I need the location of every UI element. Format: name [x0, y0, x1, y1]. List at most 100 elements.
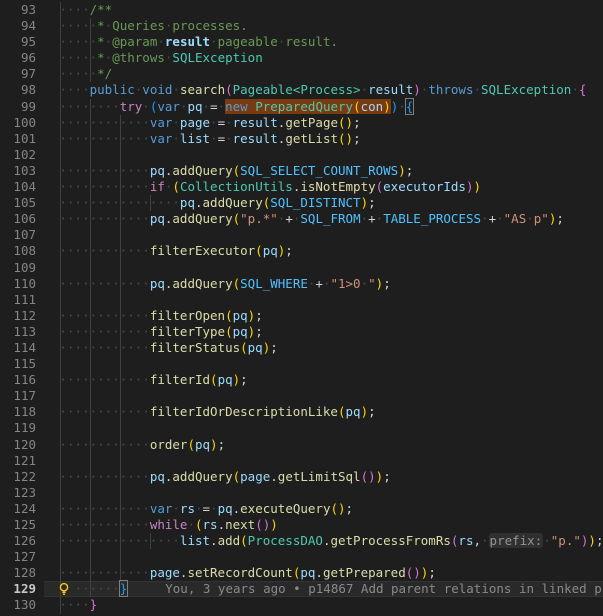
line-number[interactable]: 116 — [0, 372, 36, 388]
line-number[interactable]: 122 — [0, 469, 36, 485]
line-number[interactable]: 123 — [0, 485, 36, 501]
code-line[interactable]: 108 ············filterExecutor(pq); — [0, 243, 603, 260]
code-line[interactable]: 120 ············order(pq); — [0, 436, 603, 453]
code-token: ; — [368, 404, 376, 420]
line-number[interactable]: 99 — [0, 99, 36, 115]
code-line[interactable]: 107 — [0, 227, 603, 244]
code-token: () — [405, 565, 421, 581]
line-number[interactable]: 118 — [0, 404, 36, 420]
whitespace-dots: · — [187, 517, 195, 532]
code-content: ············filterStatus(pq); — [60, 340, 278, 356]
line-number[interactable]: 115 — [0, 356, 36, 372]
line-number[interactable]: 126 — [0, 533, 36, 549]
line-number[interactable]: 112 — [0, 308, 36, 324]
code-line[interactable]: 123 — [0, 484, 603, 501]
code-line[interactable]: 128 ············page.setRecordCount(pq.ge… — [0, 565, 603, 582]
code-line[interactable]: 103 ············pq.addQuery(SQL_SELECT_CO… — [0, 162, 603, 180]
code-token: . — [270, 468, 278, 484]
line-number[interactable]: 120 — [0, 437, 36, 453]
line-number[interactable]: 100 — [0, 115, 36, 131]
line-number[interactable]: 103 — [0, 163, 36, 179]
code-line[interactable]: 117 — [0, 388, 603, 405]
whitespace-dots: ············ — [59, 243, 150, 259]
line-number[interactable]: 114 — [0, 340, 36, 356]
code-line[interactable]: 101 ············var·list·=·result.getList… — [0, 130, 603, 147]
line-number[interactable]: 117 — [0, 388, 36, 404]
code-token: ProcessDAO — [247, 533, 323, 549]
line-number[interactable]: 119 — [0, 420, 36, 436]
code-line[interactable]: 122 ············pq.addQuery(page.getLimit… — [0, 468, 603, 485]
code-line[interactable]: 125 ············while·(rs.next()) — [0, 517, 603, 534]
code-token: ; — [405, 162, 414, 178]
line-number[interactable]: 95 — [0, 34, 36, 50]
code-line[interactable]: 124 ············var·rs·=·pq.executeQuery(… — [0, 500, 603, 517]
code-line[interactable]: 126 ················list.add(ProcessDAO.g… — [0, 533, 603, 550]
line-number[interactable]: 110 — [0, 276, 36, 292]
code-line[interactable]: 109 — [0, 259, 603, 276]
line-number[interactable]: 98 — [0, 82, 36, 98]
line-number[interactable]: 129 — [0, 581, 36, 597]
code-line[interactable]: 98 ····public·void·search(Pageable<Proces… — [0, 82, 603, 99]
code-token: order — [149, 436, 188, 452]
line-number[interactable]: 107 — [0, 227, 36, 243]
code-line[interactable]: 95 ·····*·@param·result·pageable·result. — [0, 34, 603, 51]
code-token: p" — [533, 211, 549, 227]
code-line[interactable]: 116 ············filterId(pq); — [0, 372, 603, 389]
code-line[interactable]: 94 ·····*·Queries·processes. — [0, 18, 603, 35]
code-token: addQuery — [172, 468, 233, 484]
code-line[interactable]: 129 ········} You, 3 years ago • p14867 Ad… — [0, 580, 603, 598]
indent-guide — [89, 549, 91, 566]
line-number[interactable]: 93 — [0, 2, 36, 18]
code-line[interactable]: 100 ············var·page·=·result.getPage… — [0, 114, 603, 131]
whitespace-dots: ······ — [74, 581, 120, 597]
code-line[interactable]: 105 ················pq.addQuery(SQL_DISTI… — [0, 195, 603, 212]
whitespace-dots: · — [202, 98, 211, 114]
code-content: ············while·(rs.next()) — [60, 517, 278, 533]
line-number[interactable]: 108 — [0, 243, 36, 259]
code-line[interactable]: 111 — [0, 291, 603, 308]
code-content: ············filterIdOrDescriptionLike(pq… — [60, 404, 376, 420]
line-number[interactable]: 102 — [0, 147, 36, 163]
code-line[interactable]: 114 ············filterStatus(pq); — [0, 339, 603, 357]
code-line[interactable]: 119 — [0, 420, 603, 437]
line-number[interactable]: 109 — [0, 260, 36, 276]
code-line[interactable]: 130 ····} — [0, 597, 603, 614]
code-line[interactable]: 113 ············filterType(pq); — [0, 323, 603, 340]
code-line[interactable]: 118 ············filterIdOrDescriptionLike… — [0, 404, 603, 421]
code-token: result — [232, 114, 278, 130]
line-number[interactable]: 97 — [0, 66, 36, 82]
code-token: Pageable<Process> — [232, 82, 361, 98]
line-number[interactable]: 125 — [0, 517, 36, 533]
line-number[interactable]: 124 — [0, 501, 36, 517]
code-line[interactable]: 96 ·····*·@throws·SQLException — [0, 50, 603, 67]
bracket-match: { — [404, 97, 415, 115]
line-number[interactable]: 96 — [0, 50, 36, 66]
code-line[interactable]: 115 — [0, 356, 603, 373]
line-number[interactable]: 113 — [0, 324, 36, 340]
code-line[interactable]: 110 ············pq.addQuery(SQL_WHERE·+·"… — [0, 275, 603, 292]
code-token: () — [338, 114, 354, 130]
line-number[interactable]: 121 — [0, 453, 36, 469]
line-number[interactable]: 105 — [0, 195, 36, 211]
code-line[interactable]: 127 — [0, 549, 603, 566]
line-number[interactable]: 111 — [0, 292, 36, 308]
line-number[interactable]: 104 — [0, 179, 36, 195]
code-line[interactable]: 121 — [0, 452, 603, 469]
whitespace-dots: · — [571, 82, 579, 98]
line-number[interactable]: 127 — [0, 549, 36, 565]
code-line[interactable]: 106 ············pq.addQuery("p.*"·+·SQL_F… — [0, 211, 603, 228]
code-line[interactable]: 99 ········try·(var·pq·=·new·PreparedQuer… — [0, 97, 603, 115]
line-number[interactable]: 106 — [0, 211, 36, 227]
code-line[interactable]: 102 — [0, 146, 603, 163]
code-editor[interactable]: 93 ····/** 94 ·····*·Queries·processes. 95 ··… — [0, 0, 603, 616]
line-number[interactable]: 94 — [0, 18, 36, 34]
code-line[interactable]: 93 ····/** — [0, 2, 603, 19]
line-number[interactable]: 130 — [0, 597, 36, 613]
line-number[interactable]: 101 — [0, 131, 36, 147]
code-line[interactable]: 104 ············if·(CollectionUtils.isNot… — [0, 179, 603, 196]
code-content: ············var·page·=·result.getPage(); — [60, 115, 361, 131]
line-number[interactable]: 128 — [0, 565, 36, 581]
code-content: ············filterExecutor(pq); — [60, 243, 293, 259]
code-line[interactable]: 97 ·····*/ — [0, 66, 603, 83]
code-line[interactable]: 112 ············filterOpen(pq); — [0, 307, 603, 324]
